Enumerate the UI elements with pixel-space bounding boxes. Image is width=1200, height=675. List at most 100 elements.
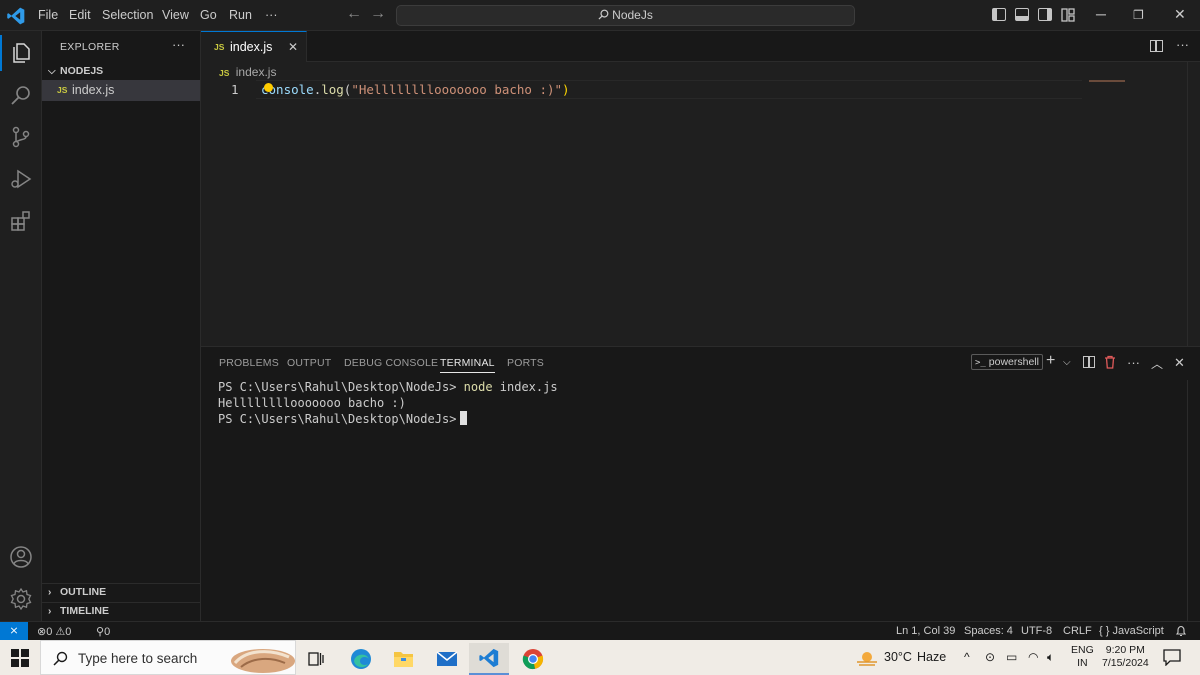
indentation-status[interactable]: Spaces: 4 <box>964 625 1013 637</box>
code-editor[interactable]: JS index.js 1 console.log("Hellllllllooo… <box>201 62 1200 346</box>
cursor-position[interactable]: Ln 1, Col 39 <box>896 625 955 637</box>
source-control-icon[interactable] <box>9 125 33 149</box>
menu-view[interactable]: View <box>162 8 189 22</box>
split-terminal-icon[interactable] <box>1083 356 1095 368</box>
taskbar-clock[interactable]: 9:20 PM 7/15/2024 <box>1102 644 1149 670</box>
minimize-icon[interactable]: ─ <box>1096 6 1106 22</box>
maximize-panel-icon[interactable]: ︿ <box>1151 355 1163 372</box>
toggle-sidebar-icon[interactable] <box>992 8 1006 21</box>
tab-output[interactable]: OUTPUT <box>287 357 331 369</box>
tab-problems[interactable]: PROBLEMS <box>219 357 279 369</box>
divider <box>42 583 200 584</box>
menu-file[interactable]: File <box>38 8 58 22</box>
tab-index-js[interactable]: JS index.js ✕ <box>201 31 307 62</box>
terminal-icon: >_ <box>975 358 986 368</box>
problems-status[interactable]: ⊗0 ⚠0 <box>37 625 71 638</box>
lightbulb-icon[interactable] <box>264 83 273 92</box>
language-label: JavaScript <box>1112 625 1164 637</box>
taskbar-file-explorer-button[interactable] <box>383 643 423 675</box>
toggle-secondary-sidebar-icon[interactable] <box>1038 8 1052 21</box>
show-hidden-icons-chevron-icon[interactable]: ^ <box>964 650 970 664</box>
command-center-search[interactable]: NodeJs <box>396 5 855 26</box>
encoding-status[interactable]: UTF-8 <box>1021 625 1052 637</box>
broadcast-icon: ⚲ <box>96 626 105 638</box>
terminal-line: Hellllllllooooooo bacho :) <box>218 395 406 410</box>
extensions-icon[interactable] <box>9 209 33 233</box>
accounts-icon[interactable] <box>9 545 33 569</box>
taskbar-search-box[interactable]: Type here to search <box>40 640 296 675</box>
windows-start-icon[interactable] <box>11 649 29 667</box>
clock-date: 7/15/2024 <box>1102 657 1149 669</box>
chevron-right-icon: › <box>48 587 52 598</box>
tab-close-icon[interactable]: ✕ <box>288 40 298 54</box>
edge-browser-icon <box>351 649 371 669</box>
close-panel-icon[interactable]: ✕ <box>1174 355 1185 371</box>
new-terminal-plus-icon[interactable]: + <box>1046 352 1055 370</box>
language-indicator[interactable]: ENG IN <box>1071 644 1094 670</box>
toggle-panel-icon[interactable] <box>1015 8 1029 21</box>
trash-icon[interactable] <box>1104 355 1116 369</box>
close-window-icon[interactable]: ✕ <box>1174 6 1186 23</box>
battery-icon[interactable]: ▭ <box>1006 650 1017 664</box>
split-editor-icon[interactable] <box>1150 40 1163 52</box>
menu-selection[interactable]: Selection <box>102 8 153 22</box>
js-file-icon: JS <box>214 42 225 52</box>
chevron-down-icon: ⌵ <box>48 66 56 77</box>
breadcrumb[interactable]: JS index.js <box>219 65 276 79</box>
chevron-down-icon[interactable]: ⌵ <box>1063 357 1071 368</box>
taskbar-edge-button[interactable] <box>341 643 381 675</box>
ports-status[interactable]: ⚲0 <box>96 625 110 638</box>
notifications-bell-icon[interactable] <box>1175 625 1187 637</box>
volume-icon[interactable]: 🔈︎ <box>1047 650 1054 665</box>
explorer-title: EXPLORER <box>60 41 120 53</box>
search-icon <box>598 9 609 20</box>
editor-scrollbar[interactable] <box>1187 62 1200 346</box>
task-view-button[interactable] <box>296 643 336 675</box>
timeline-section-header[interactable]: › TIMELINE <box>48 605 109 617</box>
run-debug-icon[interactable] <box>9 167 33 191</box>
weather-temperature[interactable]: 30°C <box>884 650 912 664</box>
tab-debug-console[interactable]: DEBUG CONSOLE <box>344 357 438 369</box>
taskbar-vscode-button[interactable] <box>469 643 509 675</box>
ports-count: 0 <box>104 626 111 638</box>
settings-gear-icon[interactable] <box>9 587 33 611</box>
vscode-icon <box>479 648 499 668</box>
code-line[interactable]: console.log("Hellllllllooooooo bacho :)"… <box>261 82 570 97</box>
menu-more[interactable]: ··· <box>265 8 278 22</box>
explorer-icon[interactable] <box>9 41 33 65</box>
menu-edit[interactable]: Edit <box>69 8 91 22</box>
breadcrumb-file[interactable]: index.js <box>236 65 277 79</box>
tab-ports[interactable]: PORTS <box>507 357 544 369</box>
notification-center-icon[interactable] <box>1163 649 1181 666</box>
meet-now-icon[interactable]: ⊙ <box>985 650 995 664</box>
folder-header-nodejs[interactable]: ⌵ NODEJS <box>48 65 103 77</box>
tab-terminal[interactable]: TERMINAL <box>440 357 495 373</box>
forward-arrow-icon[interactable]: → <box>370 5 386 23</box>
menu-go[interactable]: Go <box>200 8 217 22</box>
customize-layout-icon[interactable] <box>1061 8 1075 22</box>
minimap[interactable] <box>1089 80 1125 82</box>
language-mode[interactable]: { } JavaScript <box>1099 625 1164 637</box>
clock-time: 9:20 PM <box>1105 644 1145 656</box>
weather-haze-icon[interactable] <box>855 649 879 667</box>
explorer-more-button[interactable]: ··· <box>172 37 185 52</box>
weather-description[interactable]: Haze <box>917 650 946 664</box>
terminal-scrollbar[interactable] <box>1187 380 1200 622</box>
terminal-shell-selector[interactable]: >_ powershell <box>971 354 1043 370</box>
terminal-output[interactable]: PS C:\Users\Rahul\Desktop\NodeJs> node i… <box>218 380 558 428</box>
restore-icon[interactable]: ❐ <box>1133 8 1144 22</box>
eol-status[interactable]: CRLF <box>1063 625 1092 637</box>
wifi-icon[interactable]: ◠ <box>1028 650 1038 664</box>
search-icon[interactable] <box>9 83 33 107</box>
terminal-line: PS C:\Users\Rahul\Desktop\NodeJs> node i… <box>218 380 558 396</box>
outline-section-header[interactable]: › OUTLINE <box>48 586 106 598</box>
menu-run[interactable]: Run <box>229 8 252 22</box>
editor-more-actions[interactable]: ··· <box>1176 37 1189 52</box>
taskbar-chrome-button[interactable] <box>513 643 553 675</box>
panel-more-actions[interactable]: ··· <box>1127 355 1140 370</box>
file-item-index-js[interactable]: JS index.js <box>42 80 200 101</box>
remote-indicator-icon[interactable]: ⨯ <box>0 622 28 641</box>
taskbar-mail-button[interactable] <box>427 643 467 675</box>
terminal-cursor <box>460 411 468 425</box>
back-arrow-icon[interactable]: ← <box>346 5 362 23</box>
